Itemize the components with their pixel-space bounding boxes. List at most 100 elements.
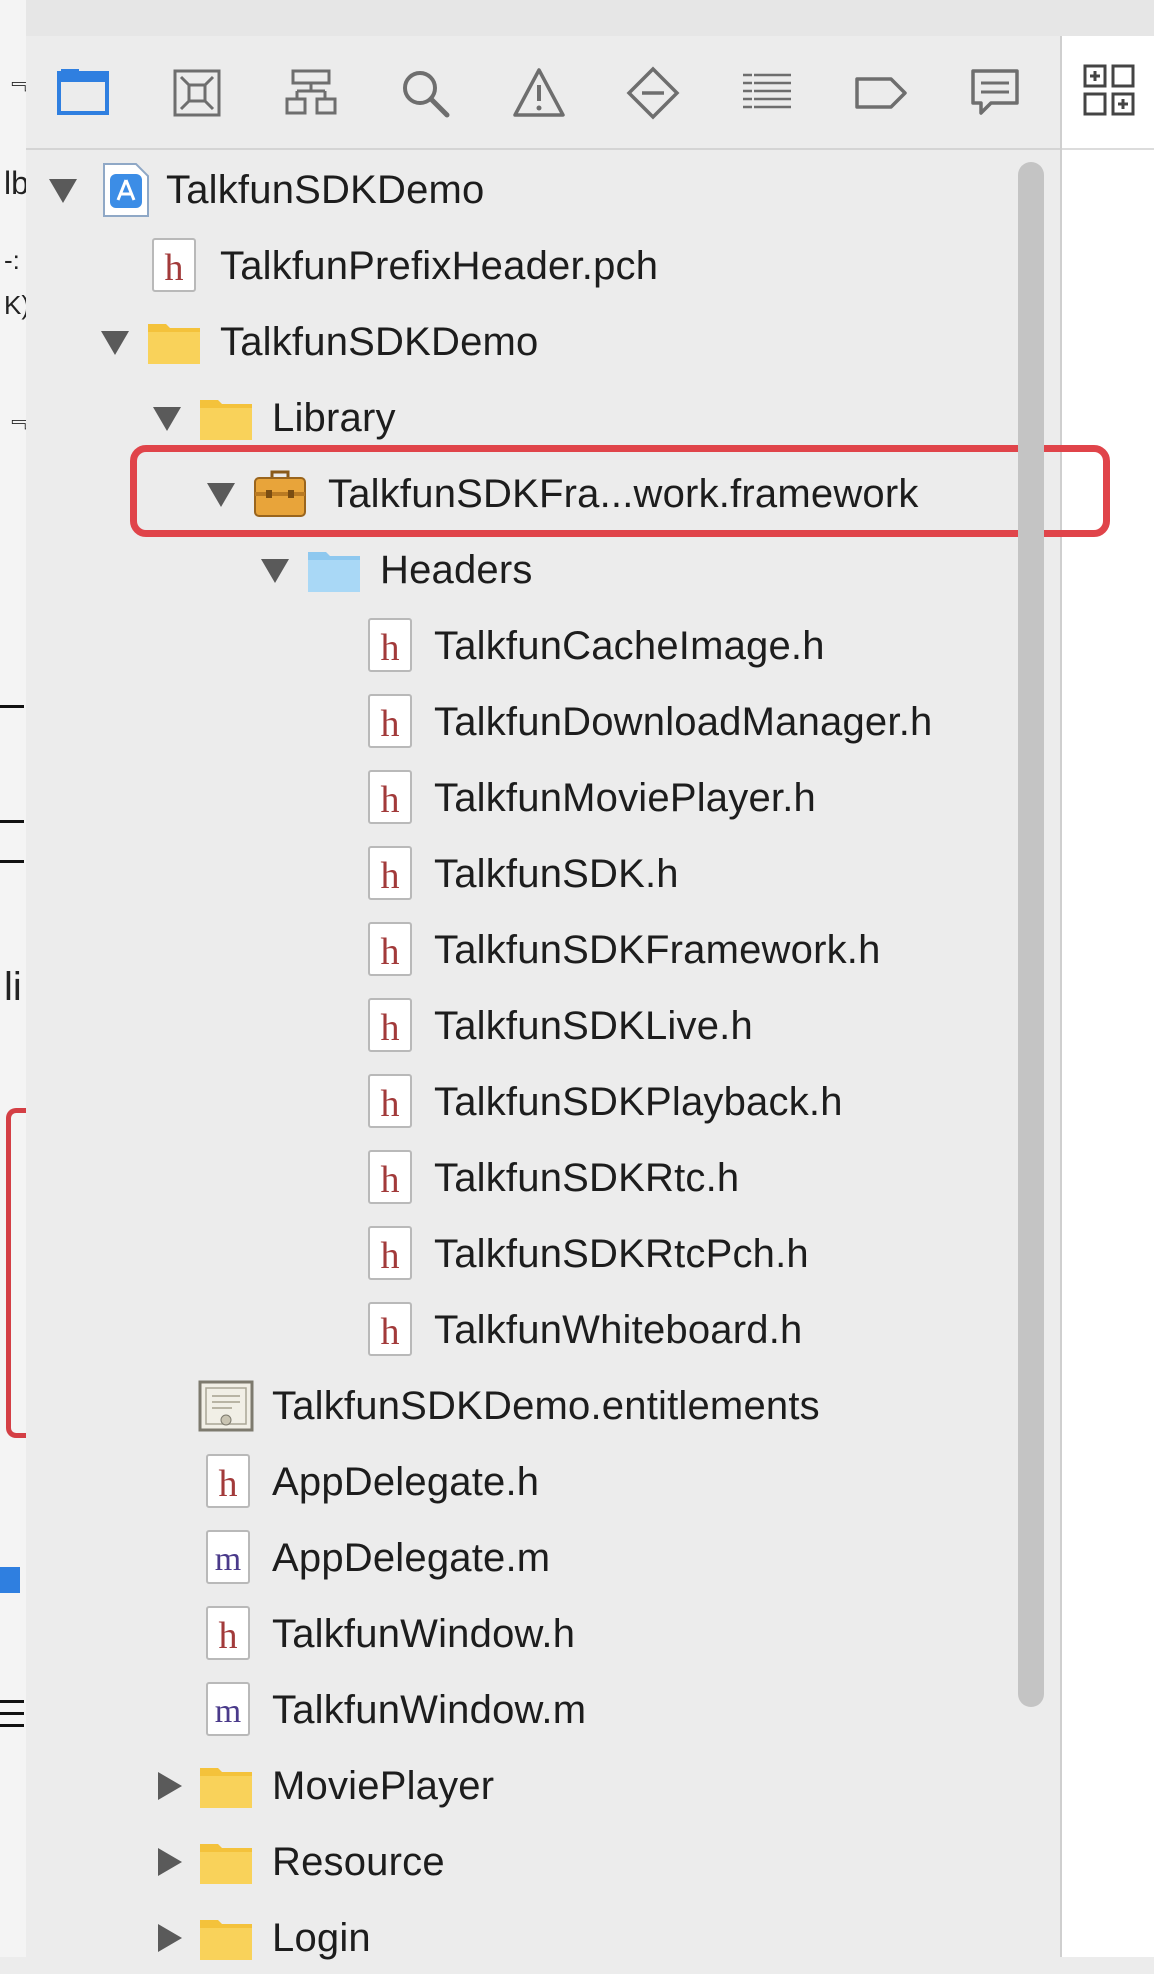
edge-glyph: ﹃ [4,398,26,435]
header-file-icon: h [368,998,412,1052]
edge-highlight [6,1108,26,1438]
tree-row-label: TalkfunDownloadManager.h [434,700,933,744]
edge-rule [0,820,24,823]
edge-rule [0,860,24,863]
hierarchy-icon[interactable] [282,64,340,122]
edge-rule [0,1712,24,1715]
tree-row-group[interactable]: Library [26,378,1060,454]
project-icon [103,163,149,217]
folder-icon[interactable] [54,64,112,122]
header-file-icon: h [368,1074,412,1128]
list-icon[interactable] [738,64,796,122]
tree-row-file[interactable]: h TalkfunSDKFramework.h [26,910,1060,986]
tree-row-group[interactable]: MoviePlayer [26,1746,1060,1822]
disclosure-closed-icon[interactable] [154,1771,184,1801]
tree-row-label: TalkfunWhiteboard.h [434,1308,803,1352]
folder-icon [200,1768,252,1808]
library-grid-icon[interactable] [1081,62,1137,123]
tree-row-label: TalkfunSDKDemo [166,168,485,212]
edge-glyph: ﹃ [4,60,26,97]
tree-row-file[interactable]: h TalkfunSDKPlayback.h [26,1062,1060,1138]
tree-row-label: Login [272,1916,371,1960]
tree-row-file[interactable]: h AppDelegate.h [26,1442,1060,1518]
header-file-icon: h [152,238,196,292]
edge-rule [0,1700,24,1703]
header-file-icon: h [368,1150,412,1204]
tree-row-label: TalkfunWindow.m [272,1688,587,1732]
implementation-file-icon: m [206,1682,250,1736]
disclosure-closed-icon[interactable] [154,1847,184,1877]
folder-icon [200,1844,252,1884]
tree-row-file[interactable]: h TalkfunPrefixHeader.pch [26,226,1060,302]
tree-row-label: AppDelegate.m [272,1536,551,1580]
tree-row-framework[interactable]: TalkfunSDKFra...work.framework [26,454,1060,530]
header-file-icon: h [368,694,412,748]
tree-row-file[interactable]: h TalkfunSDK.h [26,834,1060,910]
edge-rule [0,705,24,708]
tree-row-file[interactable]: h TalkfunSDKRtc.h [26,1138,1060,1214]
disclosure-open-icon[interactable] [206,479,236,509]
tree-row-label: Library [272,396,396,440]
tree-row-label: TalkfunSDKDemo.entitlements [272,1384,820,1428]
tree-row-file[interactable]: TalkfunSDKDemo.entitlements [26,1366,1060,1442]
header-file-icon: h [368,618,412,672]
tree-row-file[interactable]: h TalkfunSDKLive.h [26,986,1060,1062]
window-top-bar [26,0,1154,37]
disclosure-closed-icon[interactable] [154,1923,184,1953]
source-control-icon[interactable] [168,64,226,122]
tree-row-group[interactable]: Login [26,1898,1060,1974]
tree-row-file[interactable]: h TalkfunCacheImage.h [26,606,1060,682]
header-file-icon: h [368,1226,412,1280]
implementation-file-icon: m [206,1530,250,1584]
folder-icon [148,324,200,364]
tree-row-label: TalkfunPrefixHeader.pch [220,244,659,288]
header-file-icon: h [206,1606,250,1660]
tree-row-label: TalkfunSDKRtc.h [434,1156,740,1200]
tree-row-group[interactable]: Headers [26,530,1060,606]
tree-row-label: TalkfunSDKFra...work.framework [328,472,919,516]
tree-row-file[interactable]: h TalkfunSDKRtcPch.h [26,1214,1060,1290]
tree-row-file[interactable]: m AppDelegate.m [26,1518,1060,1594]
disclosure-open-icon[interactable] [152,403,182,433]
tree-row-label: TalkfunWindow.h [272,1612,576,1656]
edge-glyph: li [4,965,22,1009]
tree-row-label: MoviePlayer [272,1764,495,1808]
tree-row-label: TalkfunSDKFramework.h [434,928,881,972]
header-file-icon: h [368,770,412,824]
comment-icon[interactable] [966,64,1024,122]
disclosure-open-icon[interactable] [100,327,130,357]
entitlements-certificate-icon [198,1380,254,1432]
tag-icon[interactable] [852,64,910,122]
edge-rule [0,1724,24,1727]
tree-row-file[interactable]: h TalkfunWhiteboard.h [26,1290,1060,1366]
tree-row-file[interactable]: h TalkfunDownloadManager.h [26,682,1060,758]
scrollbar-thumb[interactable] [1018,162,1044,1707]
tree-row-label: Resource [272,1840,445,1884]
tree-row-group[interactable]: Resource [26,1822,1060,1898]
framework-toolbox-icon [254,470,306,517]
project-navigator-tree: TalkfunSDKDemo h TalkfunPrefixHeader.pch… [26,150,1060,1960]
folder-icon [200,1920,252,1960]
tree-row-root[interactable]: TalkfunSDKDemo [26,150,1060,226]
inspector-panel [1060,36,1154,1957]
tree-row-file[interactable]: h TalkfunWindow.h [26,1594,1060,1670]
tree-row-file[interactable]: m TalkfunWindow.m [26,1670,1060,1746]
tree-row-label: TalkfunSDKDemo [220,320,539,364]
breakpoint-diamond-icon[interactable] [624,64,682,122]
folder-icon [200,400,252,440]
tree-row-label: AppDelegate.h [272,1460,540,1504]
disclosure-open-icon[interactable] [48,175,78,205]
header-file-icon: h [368,1302,412,1356]
header-file-icon: h [368,846,412,900]
disclosure-open-icon[interactable] [260,555,290,585]
warning-icon[interactable] [510,64,568,122]
search-icon[interactable] [396,64,454,122]
tree-row-file[interactable]: h TalkfunMoviePlayer.h [26,758,1060,834]
folder-blue-icon [308,552,360,592]
tree-row-label: TalkfunSDKLive.h [434,1004,753,1048]
tree-row-label: TalkfunSDK.h [434,852,679,896]
navigator-toolbar [26,36,1060,150]
edge-selection [0,1567,20,1593]
edge-glyph: -: [4,245,20,275]
tree-row-group[interactable]: TalkfunSDKDemo [26,302,1060,378]
